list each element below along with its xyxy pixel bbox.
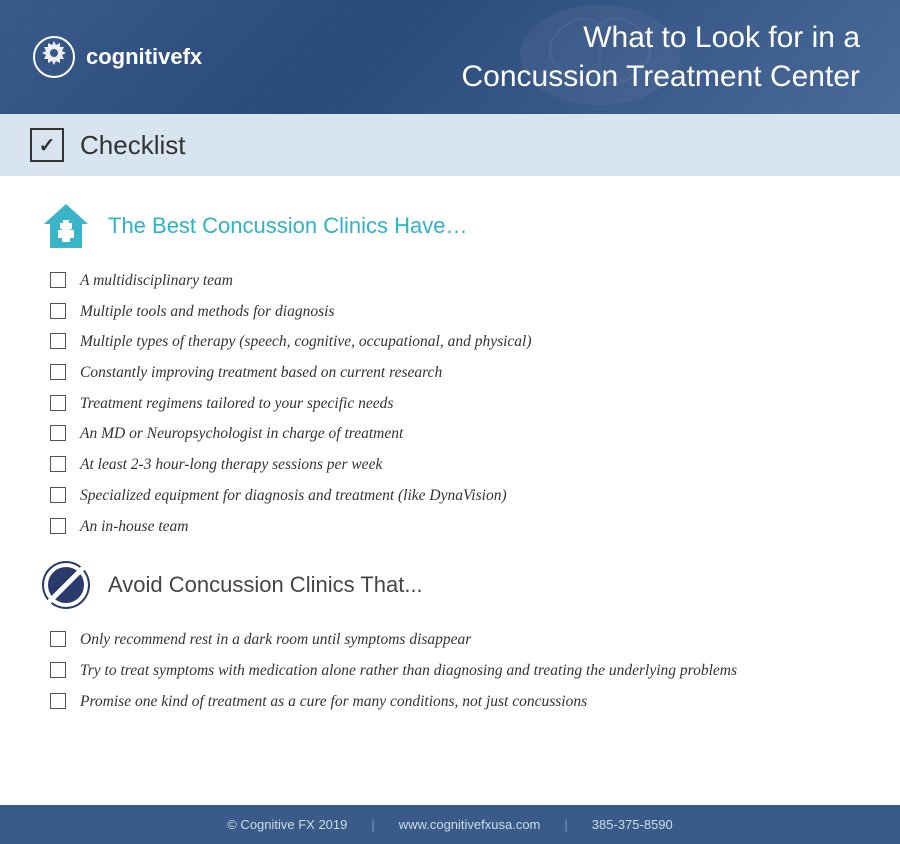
list-item: An in-house team xyxy=(50,516,860,538)
footer-divider-2: | xyxy=(564,817,567,832)
header: cognitivefx What to Look for in a Concus… xyxy=(0,0,900,114)
item-text: An in-house team xyxy=(80,516,188,538)
footer-copyright: © Cognitive FX 2019 xyxy=(227,817,347,832)
item-text: Try to treat symptoms with medication al… xyxy=(80,660,737,682)
list-item: At least 2-3 hour-long therapy sessions … xyxy=(50,454,860,476)
footer: © Cognitive FX 2019 | www.cognitivefxusa… xyxy=(0,805,900,844)
footer-divider-1: | xyxy=(371,817,374,832)
list-item: A multidisciplinary team xyxy=(50,270,860,292)
item-text: At least 2-3 hour-long therapy sessions … xyxy=(80,454,382,476)
item-text: A multidisciplinary team xyxy=(80,270,233,292)
list-item: Multiple types of therapy (speech, cogni… xyxy=(50,331,860,353)
item-text: Specialized equipment for diagnosis and … xyxy=(80,485,507,507)
checkbox-icon xyxy=(50,456,66,472)
list-item: Multiple tools and methods for diagnosis xyxy=(50,301,860,323)
no-sign-icon xyxy=(40,559,92,611)
checkbox-icon xyxy=(50,395,66,411)
title-line1: What to Look for in a xyxy=(583,21,860,54)
item-text: An MD or Neuropsychologist in charge of … xyxy=(80,423,403,445)
checkbox-icon xyxy=(50,303,66,319)
item-text: Multiple tools and methods for diagnosis xyxy=(80,301,334,323)
checkbox-icon xyxy=(50,425,66,441)
footer-website: www.cognitivefxusa.com xyxy=(399,817,541,832)
item-text: Only recommend rest in a dark room until… xyxy=(80,629,471,651)
logo-icon xyxy=(30,33,78,81)
checkbox-icon xyxy=(50,662,66,678)
checklist-label: Checklist xyxy=(80,130,185,161)
avoid-section: Avoid Concussion Clinics That... Only re… xyxy=(40,559,860,712)
list-item: Promise one kind of treatment as a cure … xyxy=(50,691,860,713)
checkbox-icon xyxy=(50,272,66,288)
checkbox-icon xyxy=(50,693,66,709)
house-plus-icon xyxy=(40,200,92,252)
list-item: Only recommend rest in a dark room until… xyxy=(50,629,860,651)
title-line2: Concussion Treatment Center xyxy=(461,60,860,93)
item-text: Constantly improving treatment based on … xyxy=(80,362,442,384)
avoid-items-list: Only recommend rest in a dark room until… xyxy=(40,629,860,712)
list-item: Try to treat symptoms with medication al… xyxy=(50,660,860,682)
checklist-icon: ✓ xyxy=(30,128,64,162)
item-text: Multiple types of therapy (speech, cogni… xyxy=(80,331,532,353)
checkbox-icon xyxy=(50,333,66,349)
avoid-section-title: Avoid Concussion Clinics That... xyxy=(108,572,423,598)
footer-phone: 385-375-8590 xyxy=(592,817,673,832)
list-item: Constantly improving treatment based on … xyxy=(50,362,860,384)
avoid-section-header: Avoid Concussion Clinics That... xyxy=(40,559,860,611)
list-item: Treatment regimens tailored to your spec… xyxy=(50,393,860,415)
header-title: What to Look for in a Concussion Treatme… xyxy=(461,18,860,96)
page-wrapper: cognitivefx What to Look for in a Concus… xyxy=(0,0,900,844)
checkbox-icon xyxy=(50,487,66,503)
checkbox-icon xyxy=(50,364,66,380)
main-content: The Best Concussion Clinics Have… A mult… xyxy=(0,176,900,805)
logo-text: cognitivefx xyxy=(86,44,202,70)
best-items-list: A multidisciplinary team Multiple tools … xyxy=(40,270,860,537)
list-item: Specialized equipment for diagnosis and … xyxy=(50,485,860,507)
logo-area: cognitivefx xyxy=(30,33,202,81)
best-section-header: The Best Concussion Clinics Have… xyxy=(40,200,860,252)
best-section-title: The Best Concussion Clinics Have… xyxy=(108,213,467,239)
checkbox-icon xyxy=(50,631,66,647)
checkbox-icon xyxy=(50,518,66,534)
item-text: Treatment regimens tailored to your spec… xyxy=(80,393,393,415)
item-text: Promise one kind of treatment as a cure … xyxy=(80,691,587,713)
list-item: An MD or Neuropsychologist in charge of … xyxy=(50,423,860,445)
checklist-banner: ✓ Checklist xyxy=(0,114,900,176)
